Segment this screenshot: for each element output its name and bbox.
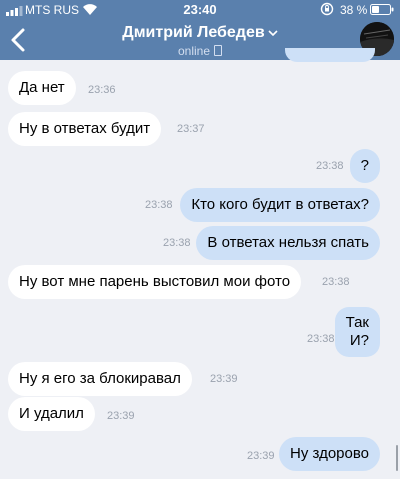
message-bubble-outgoing[interactable]: Так И?	[334, 307, 380, 357]
message-time: 23:38	[163, 237, 191, 249]
chat-screen: MTS RUS 23:40 38 % Дмитрий Лебедев onlin…	[0, 0, 400, 479]
message-time: 23:36	[88, 84, 116, 96]
scrollbar-thumb[interactable]	[396, 445, 398, 471]
message-bubble-outgoing[interactable]: ?	[349, 149, 380, 183]
battery-percent: 38 %	[340, 3, 368, 17]
message-time: 23:38	[307, 333, 335, 345]
message-time: 23:38	[322, 276, 350, 288]
message-bubble-incoming[interactable]: Да нет	[8, 71, 76, 105]
message-bubble-incoming[interactable]: И удалил	[8, 397, 95, 431]
message-line: Так	[345, 314, 369, 331]
message-time: 23:39	[247, 450, 275, 462]
message-bubble-incoming[interactable]: Ну я его за блокиравал	[8, 362, 192, 396]
battery-icon	[370, 4, 394, 15]
message-time: 23:37	[177, 123, 205, 135]
message-time: 23:39	[107, 410, 135, 422]
chevron-down-icon	[268, 30, 278, 36]
mobile-device-icon	[214, 45, 223, 56]
message-bubble-outgoing[interactable]: В ответах нельзя спать	[196, 226, 380, 260]
status-bar: MTS RUS 23:40 38 %	[0, 0, 400, 20]
message-time: 23:38	[316, 160, 344, 172]
message-bubble-incoming[interactable]: Ну вот мне парень выстовил мои фото	[8, 265, 302, 299]
message-time: 23:38	[145, 199, 173, 211]
message-line: И?	[349, 332, 369, 349]
message-bubble-outgoing[interactable]: Ну здорово	[279, 437, 380, 471]
online-status: online	[177, 44, 211, 58]
orientation-lock-icon	[320, 2, 334, 16]
previous-message-bubble	[285, 48, 375, 62]
message-bubble-outgoing[interactable]: Кто кого будит в ответах?	[180, 188, 380, 222]
contact-name: Дмитрий Лебедев	[122, 24, 265, 41]
message-time: 23:39	[210, 373, 238, 385]
message-bubble-incoming[interactable]: Ну в ответах будит	[8, 112, 162, 146]
